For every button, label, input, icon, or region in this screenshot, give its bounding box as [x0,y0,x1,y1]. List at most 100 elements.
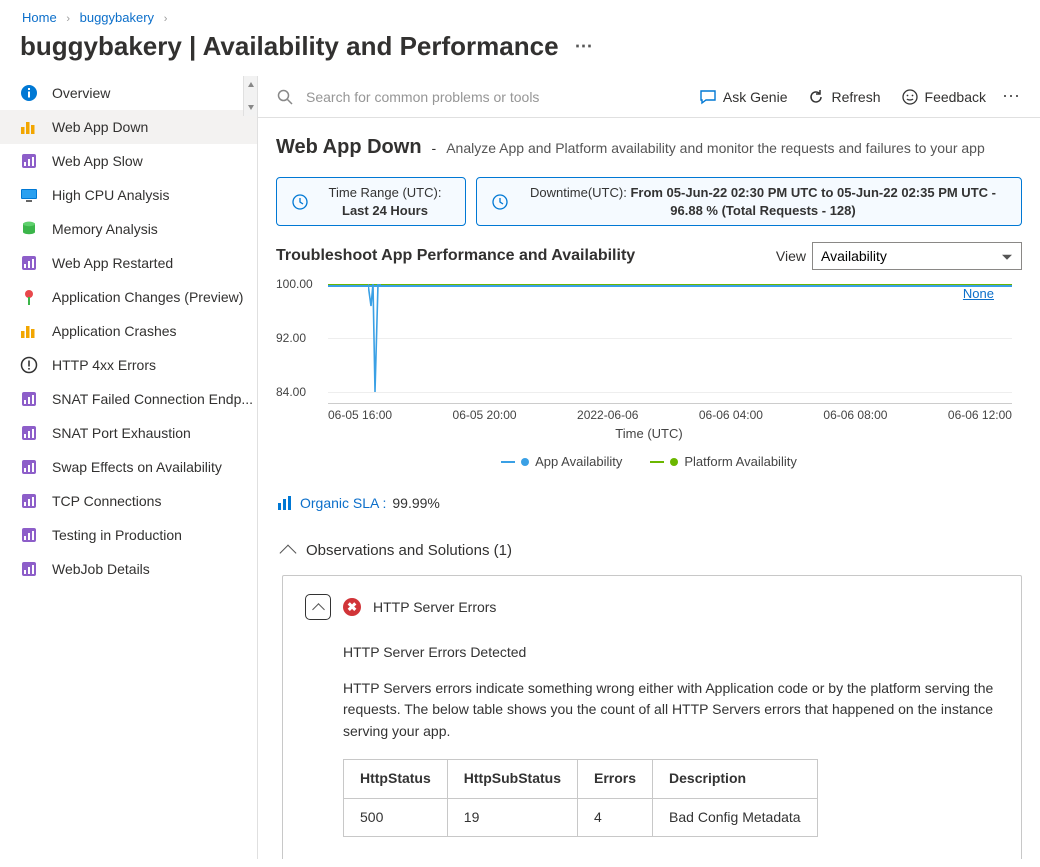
sidebar-item-restarted[interactable]: Web App Restarted [0,246,257,280]
breadcrumb-app[interactable]: buggybakery [80,10,154,25]
sidebar-item-web-app-down[interactable]: Web App Down [0,110,257,144]
card-text-2: The below table shows you the count of H… [343,855,999,859]
sidebar-item-app-changes[interactable]: Application Changes (Preview) [0,280,257,314]
sidebar-item-label: HTTP 4xx Errors [52,357,156,373]
sidebar-item-label: SNAT Failed Connection Endp... [52,391,253,407]
chevron-right-icon: › [164,13,168,25]
plot-area[interactable] [328,284,1012,404]
metric-icon [20,390,38,408]
app-series [328,285,1012,287]
th-errors: Errors [578,759,653,798]
refresh-button[interactable]: Refresh [807,88,880,106]
time-range-pill[interactable]: Time Range (UTC): Last 24 Hours [276,177,466,226]
page-title: buggybakery | Availability and Performan… [20,31,1040,76]
metric-icon [20,424,38,442]
sidebar-item-label: Application Changes (Preview) [52,289,243,305]
clock-icon [491,193,509,211]
chat-icon [699,88,717,106]
breadcrumb-home[interactable]: Home [22,10,57,25]
clock-icon [291,193,309,211]
search-box[interactable] [276,88,679,106]
y-tick: 92.00 [276,331,306,345]
sidebar-item-label: Web App Down [52,119,148,135]
observations-title: Observations and Solutions (1) [306,542,512,559]
bar-chart-icon [276,494,294,512]
error-icon: ✖ [343,598,361,616]
sidebar-item-swap[interactable]: Swap Effects on Availability [0,450,257,484]
y-tick: 100.00 [276,277,313,291]
observations-header[interactable]: Observations and Solutions (1) [282,542,1022,559]
toolbar: Ask Genie Refresh Feedback ⋯ [258,76,1040,118]
sidebar-item-webjob[interactable]: WebJob Details [0,552,257,586]
sidebar-item-tcp[interactable]: TCP Connections [0,484,257,518]
sla-value: 99.99% [392,495,439,511]
refresh-icon [807,88,825,106]
search-input[interactable] [304,88,679,106]
sla-link[interactable]: Organic SLA : 99.99% [276,494,1022,512]
sidebar-item-label: Overview [52,85,110,101]
metric-icon [20,560,38,578]
chevron-up-icon [312,603,325,616]
y-tick: 84.00 [276,385,306,399]
metric-icon [20,458,38,476]
info-icon [20,84,38,102]
table-header-row: HttpStatus HttpSubStatus Errors Descript… [344,759,818,798]
sidebar-item-crashes[interactable]: Application Crashes [0,314,257,348]
search-icon [276,88,294,106]
sidebar-item-snat-failed[interactable]: SNAT Failed Connection Endp... [0,382,257,416]
collapse-button[interactable] [305,594,331,620]
sidebar-item-4xx[interactable]: HTTP 4xx Errors [0,348,257,382]
refresh-label: Refresh [831,89,880,105]
page-title-text: buggybakery | Availability and Performan… [20,31,559,62]
metric-icon [20,492,38,510]
sidebar-item-overview[interactable]: Overview [0,76,257,110]
more-icon[interactable]: ⋯ [1002,86,1022,107]
chart-legend: App Availability Platform Availability [276,454,1022,469]
view-label: View [776,248,806,264]
more-icon[interactable]: ⋯ [575,36,594,57]
ask-genie-button[interactable]: Ask Genie [699,88,788,106]
sidebar-item-web-app-slow[interactable]: Web App Slow [0,144,257,178]
card-text-1: HTTP Servers errors indicate something w… [343,678,999,743]
monitor-icon [20,186,38,204]
legend-app[interactable]: App Availability [501,454,622,469]
card-title: HTTP Server Errors [373,599,496,615]
app-series-dip [368,284,381,392]
sidebar-item-label: High CPU Analysis [52,187,170,203]
th-description: Description [653,759,818,798]
sidebar-item-label: Testing in Production [52,527,182,543]
sidebar-item-label: TCP Connections [52,493,161,509]
pin-icon [20,288,38,306]
time-range-text: Time Range (UTC): Last 24 Hours [319,184,451,219]
detector-title: Web App Down [276,136,422,159]
feedback-button[interactable]: Feedback [901,88,986,106]
bars-icon [20,322,38,340]
card-subtitle: HTTP Server Errors Detected [343,642,999,664]
legend-platform[interactable]: Platform Availability [650,454,796,469]
sidebar-item-snat-port[interactable]: SNAT Port Exhaustion [0,416,257,450]
sidebar-item-label: Memory Analysis [52,221,158,237]
downtime-text: Downtime(UTC): From 05-Jun-22 02:30 PM U… [519,184,1007,219]
sidebar-item-label: WebJob Details [52,561,150,577]
sidebar-item-high-cpu[interactable]: High CPU Analysis [0,178,257,212]
error-circle-icon [20,356,38,374]
ask-genie-label: Ask Genie [723,89,788,105]
sidebar-item-label: Application Crashes [52,323,177,339]
downtime-pill[interactable]: Downtime(UTC): From 05-Jun-22 02:30 PM U… [476,177,1022,226]
sidebar-item-label: Web App Slow [52,153,143,169]
scrollbar[interactable] [243,76,257,116]
breadcrumb: Home › buggybakery › [0,0,1040,31]
table-row: 500 19 4 Bad Config Metadata [344,798,818,837]
view-select[interactable]: Availability [812,242,1022,270]
metric-icon [20,152,38,170]
sidebar-item-memory[interactable]: Memory Analysis [0,212,257,246]
sidebar-item-label: Swap Effects on Availability [52,459,222,475]
sidebar-item-testing[interactable]: Testing in Production [0,518,257,552]
sidebar-item-label: Web App Restarted [52,255,173,271]
observation-card: ✖ HTTP Server Errors HTTP Server Errors … [282,575,1022,859]
th-httpstatus: HttpStatus [344,759,448,798]
dash: - [432,140,437,156]
feedback-label: Feedback [925,89,986,105]
main-content: Ask Genie Refresh Feedback ⋯ Web App Dow… [258,76,1040,859]
bars-icon [20,118,38,136]
